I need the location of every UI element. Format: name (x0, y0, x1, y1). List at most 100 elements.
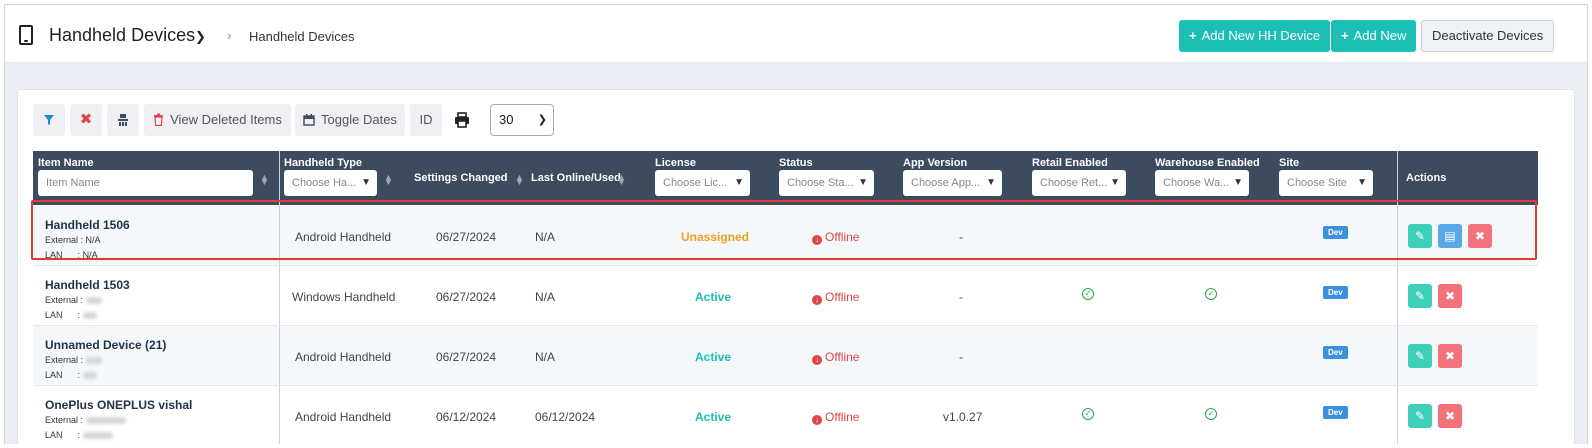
offline-icon: ↓ (812, 295, 822, 305)
handheld-type-filter[interactable]: Choose Ha... ▼ (284, 170, 377, 196)
app-version: - (959, 350, 963, 364)
site-filter[interactable]: Choose Site ▼ (1279, 170, 1373, 196)
handheld-type: Android Handheld (295, 410, 392, 424)
offline-icon: ↓ (812, 415, 822, 425)
status-badge: ↓ Offline (812, 410, 859, 425)
chevron-down-icon: ▼ (1110, 177, 1120, 188)
external-ip: External : (45, 295, 102, 305)
col-warehouse-enabled: Warehouse Enabled (1155, 157, 1260, 169)
device-name[interactable]: OnePlus ONEPLUS vishal (45, 398, 192, 412)
license-badge: Active (695, 290, 732, 304)
table-card: ✖ View Deleted Items Toggle Dates ID 30 ❯… (17, 89, 1575, 444)
app-version-filter[interactable]: Choose App... ▼ (903, 170, 1002, 196)
column-chooser-icon (118, 114, 128, 126)
toggle-dates-button[interactable]: Toggle Dates (295, 104, 405, 136)
trash-icon (154, 113, 164, 127)
settings-changed: 06/27/2024 (436, 290, 497, 304)
license-filter[interactable]: Choose Lic... ▼ (655, 170, 750, 196)
plus-icon: + (1341, 28, 1349, 43)
status-badge: ↓ Offline (812, 350, 859, 365)
offline-icon: ↓ (812, 355, 822, 365)
sort-icon[interactable]: ▲ ▼ (515, 173, 524, 187)
delete-button[interactable]: ✖ (1438, 344, 1462, 368)
col-license: License (655, 157, 696, 169)
breadcrumb[interactable]: Handheld Devices (249, 29, 355, 44)
retail-enabled-filter[interactable]: Choose Ret... ▼ (1032, 170, 1126, 196)
site-badge: Dev (1323, 286, 1348, 299)
device-name[interactable]: Unnamed Device (21) (45, 338, 166, 352)
license-badge: Active (695, 350, 732, 364)
check-circle-icon: ✓ (1205, 408, 1217, 420)
col-site: Site (1279, 157, 1300, 169)
filter-icon (44, 115, 54, 125)
col-actions: Actions (1406, 172, 1447, 184)
table-header: Item Name Item Name ▲ ▼ Handheld Type Cho… (33, 151, 1538, 205)
license-badge: Active (695, 410, 732, 424)
lan-ip: LAN : (45, 310, 97, 320)
site-badge: Dev (1323, 346, 1348, 359)
handheld-type: Windows Handheld (292, 290, 396, 304)
delete-icon: ✖ (1444, 349, 1456, 363)
item-name-filter-input[interactable]: Item Name (38, 170, 253, 196)
lan-ip: LAN : (45, 370, 97, 380)
external-ip: External : (45, 355, 102, 365)
chevron-down-icon: ▼ (986, 177, 996, 188)
sort-icon[interactable]: ▲ ▼ (384, 173, 393, 187)
chevron-down-icon: ▼ (858, 177, 868, 188)
clear-filter-button[interactable]: ✖ (70, 104, 102, 136)
edit-icon: ✎ (1414, 289, 1426, 303)
table-row[interactable]: Handheld 1503 External : LAN : Windows H… (33, 266, 1538, 326)
add-new-button[interactable]: + Add New (1331, 20, 1417, 52)
view-deleted-items-button[interactable]: View Deleted Items (144, 104, 291, 136)
chevron-down-icon: ▼ (361, 177, 371, 188)
device-name[interactable]: Handheld 1503 (45, 278, 130, 292)
chevron-down-icon[interactable]: ❯ (195, 29, 206, 45)
sort-icon[interactable]: ▲ ▼ (617, 173, 626, 187)
edit-icon: ✎ (1414, 409, 1426, 423)
top-bar: Handheld Devices ❯ › Handheld Devices + A… (5, 5, 1587, 63)
last-online: 06/12/2024 (535, 410, 596, 424)
warehouse-enabled-filter[interactable]: Choose Wa... ▼ (1155, 170, 1249, 196)
delete-button[interactable]: ✖ (1438, 284, 1462, 308)
lan-ip: LAN : (45, 430, 113, 440)
edit-button[interactable]: ✎ (1408, 284, 1432, 308)
chevron-down-icon: ▼ (734, 177, 744, 188)
print-button[interactable] (454, 112, 470, 131)
chevron-down-icon: ▼ (1357, 177, 1367, 188)
handheld-type: Android Handheld (295, 350, 392, 364)
site-badge: Dev (1323, 406, 1348, 419)
col-settings-changed[interactable]: Settings Changed (414, 172, 508, 184)
page-title: Handheld Devices (49, 25, 196, 45)
page-size-select[interactable]: 30 ❯ (490, 104, 554, 136)
clear-filter-icon: ✖ (79, 111, 93, 128)
settings-changed: 06/27/2024 (436, 350, 497, 364)
table-row[interactable]: Unnamed Device (21) External : LAN : And… (33, 326, 1538, 386)
col-item-name: Item Name (38, 157, 94, 169)
calendar-icon (303, 114, 315, 126)
last-online: N/A (535, 350, 556, 364)
deactivate-devices-button[interactable]: Deactivate Devices (1421, 20, 1555, 52)
col-retail-enabled: Retail Enabled (1032, 157, 1108, 169)
filter-button[interactable] (33, 104, 65, 136)
row-highlight (31, 200, 1537, 260)
edit-button[interactable]: ✎ (1408, 404, 1432, 428)
delete-icon: ✖ (1444, 289, 1456, 303)
col-status: Status (779, 157, 813, 169)
tablet-icon (19, 25, 33, 45)
last-online: N/A (535, 290, 556, 304)
app-version: v1.0.27 (943, 410, 983, 424)
add-new-hh-device-button[interactable]: + Add New HH Device (1179, 20, 1331, 52)
sort-icon[interactable]: ▲ ▼ (260, 173, 269, 187)
breadcrumb-separator-icon: › (227, 27, 232, 43)
column-chooser-button[interactable] (107, 104, 139, 136)
settings-changed: 06/12/2024 (436, 410, 497, 424)
check-circle-icon: ✓ (1082, 408, 1094, 420)
chevron-down-icon: ❯ (537, 114, 547, 126)
app-version: - (959, 290, 963, 304)
id-toggle-button[interactable]: ID (410, 104, 442, 136)
edit-button[interactable]: ✎ (1408, 344, 1432, 368)
delete-button[interactable]: ✖ (1438, 404, 1462, 428)
status-filter[interactable]: Choose Sta... ▼ (779, 170, 874, 196)
table-row[interactable]: OnePlus ONEPLUS vishal External : LAN : … (33, 386, 1538, 444)
col-last-online[interactable]: Last Online/Used (531, 172, 621, 184)
